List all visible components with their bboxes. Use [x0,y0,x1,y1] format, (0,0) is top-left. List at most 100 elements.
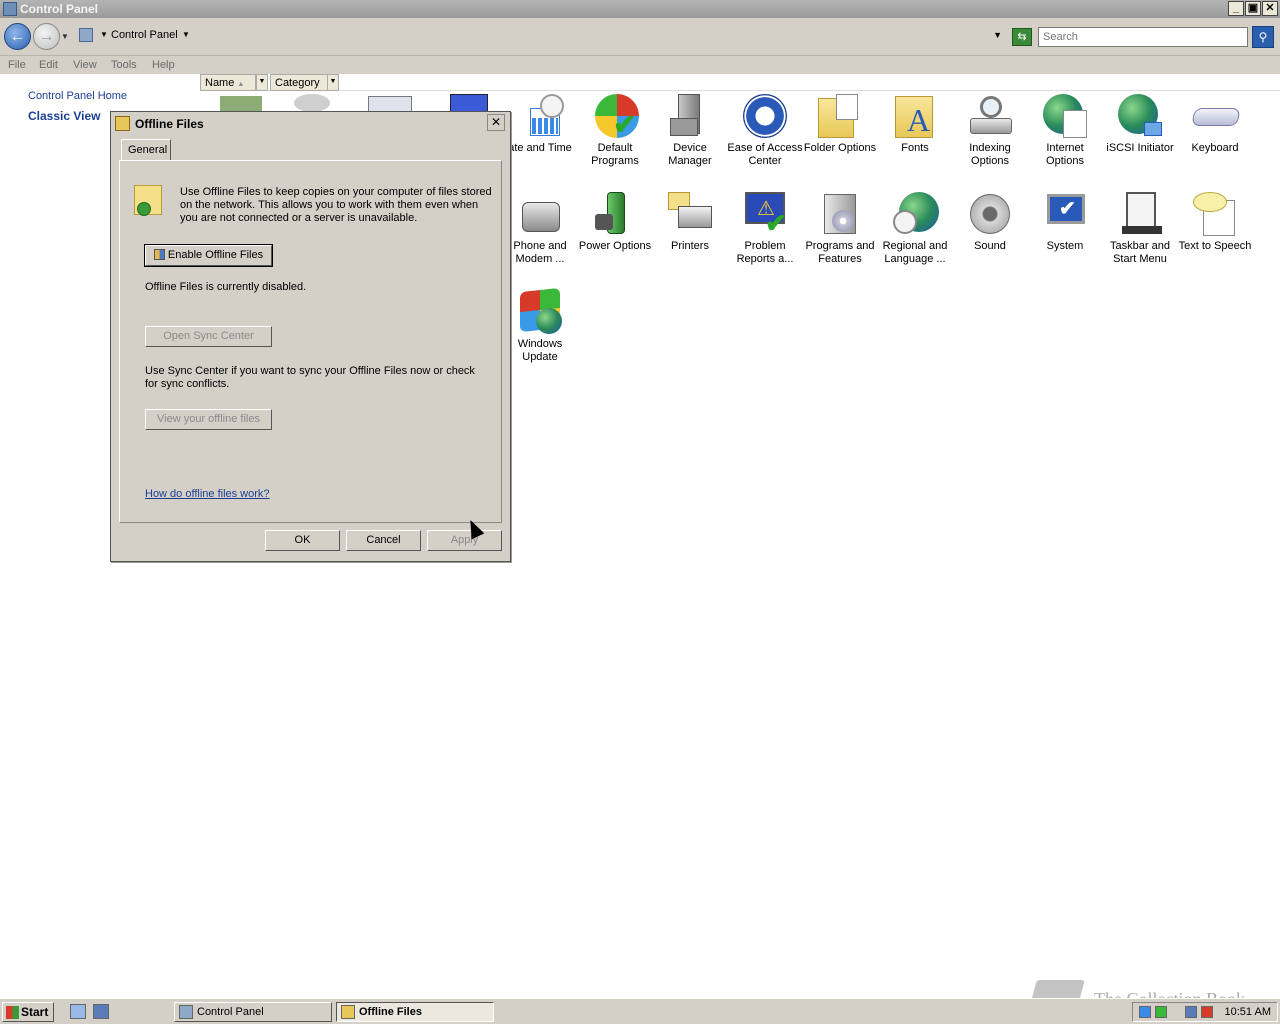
cp-item-phone-modem[interactable]: Phone and Modem ... [502,192,578,266]
ok-button[interactable]: OK [265,530,340,551]
offline-files-help-link[interactable]: How do offline files work? [145,488,270,500]
enable-offline-files-button[interactable]: Enable Offline Files [144,244,273,267]
view-offline-files-button[interactable]: View your offline files [145,409,272,430]
printers-icon [668,192,712,236]
cp-item-problem-reports[interactable]: ⚠ ✔ Problem Reports a... [727,192,803,266]
control-panel-home-link[interactable]: Control Panel Home [28,90,127,102]
open-sync-center-button[interactable]: Open Sync Center [145,326,272,347]
hidden-item-icon [220,96,262,112]
column-category[interactable]: Category [270,74,328,91]
ease-of-access-icon [743,94,787,138]
cp-item-printers[interactable]: Printers [652,192,728,253]
address-dropdown-icon[interactable]: ▼ [993,30,1002,40]
tray-sync-icon[interactable] [1155,1006,1167,1018]
cp-item-fonts[interactable]: A Fonts [877,94,953,155]
classic-view-link[interactable]: Classic View [28,109,101,123]
dialog-title: Offline Files [135,117,204,131]
default-programs-icon: ✔ [593,94,639,140]
cp-item-default-programs[interactable]: ✔ Default Programs [577,94,653,168]
uac-shield-icon [153,249,165,260]
show-desktop-icon[interactable] [70,1004,86,1019]
minimize-button[interactable]: _ [1228,1,1244,16]
tray-monitor-icon[interactable] [1185,1006,1197,1018]
start-label: Start [21,1005,49,1019]
window-title: Control Panel [20,2,99,16]
column-category-dropdown-icon[interactable]: ▼ [327,74,339,91]
cp-item-windows-update[interactable]: Windows Update [502,287,578,364]
cp-item-taskbar-start-menu[interactable]: Taskbar and Start Menu [1102,192,1178,266]
chevron-down-icon[interactable]: ▼ [100,30,108,39]
menu-view[interactable]: View [73,59,97,71]
cp-item-device-manager[interactable]: Device Manager [652,94,728,168]
restore-button[interactable]: ▣ [1245,1,1261,16]
cp-item-label: Problem Reports a... [736,240,794,265]
taskbar-item-control-panel[interactable]: Control Panel [174,1002,332,1022]
cp-item-internet-options[interactable]: Internet Options [1027,94,1103,168]
cp-item-indexing-options[interactable]: Indexing Options [952,94,1028,168]
iscsi-icon [1118,94,1162,138]
tab-general[interactable]: General [121,139,171,161]
search-input[interactable] [1038,27,1248,47]
windows-update-icon [518,287,562,334]
menu-help[interactable]: Help [152,59,175,71]
general-tab-panel: Use Offline Files to keep copies on your… [119,160,502,523]
address-field[interactable]: ▼ Control Panel ▼ ▼ [76,25,1006,47]
cp-item-iscsi-initiator[interactable]: iSCSI Initiator [1102,94,1178,155]
cp-item-label: Ease of Access Center [727,142,803,167]
cp-item-keyboard[interactable]: Keyboard [1177,94,1253,155]
server-manager-icon[interactable] [93,1004,109,1019]
chevron-down-icon[interactable]: ▼ [182,30,190,39]
history-dropdown-icon[interactable]: ▼ [61,32,69,41]
close-button[interactable]: ✕ [1262,1,1278,16]
phone-modem-icon [518,192,562,236]
cp-item-sound[interactable]: Sound [952,192,1028,253]
cp-item-label: Power Options [578,240,652,252]
back-button[interactable]: ← [4,23,31,50]
search-icon[interactable]: ⚲ [1252,26,1274,48]
column-name[interactable]: Name ▲ [200,74,256,91]
tray-volume-muted-icon[interactable] [1201,1006,1213,1018]
cp-item-ease-of-access[interactable]: Ease of Access Center [727,94,803,168]
sort-up-icon: ▲ [237,81,245,88]
menu-file[interactable]: File [8,59,26,71]
cancel-button[interactable]: Cancel [346,530,421,551]
column-name-dropdown-icon[interactable]: ▼ [256,74,268,91]
column-header: Name ▲ ▼ Category ▼ [200,74,1280,91]
cp-item-label: Folder Options [803,142,877,154]
dialog-titlebar: Offline Files ✕ [111,112,510,134]
clock[interactable]: 10:51 AM [1225,1006,1271,1018]
taskbar-item-offline-files[interactable]: Offline Files [336,1002,494,1022]
system-tray: 10:51 AM [1132,1002,1278,1022]
apply-button[interactable]: Apply [427,530,502,551]
cp-item-label: Regional and Language ... [882,240,948,265]
breadcrumb[interactable]: Control Panel [111,29,178,41]
cp-item-programs-features[interactable]: Programs and Features [802,192,878,266]
window-titlebar: Control Panel _ ▣ ✕ [0,0,1280,18]
cp-item-label: Internet Options [1046,142,1084,167]
cp-item-folder-options[interactable]: Folder Options [802,94,878,155]
sync-center-description: Use Sync Center if you want to sync your… [145,365,475,390]
cp-item-power-options[interactable]: Power Options [577,192,653,253]
refresh-icon[interactable]: ⇆ [1012,28,1032,46]
menu-tools[interactable]: Tools [111,59,137,71]
offline-files-description: Use Offline Files to keep copies on your… [180,186,492,224]
folder-options-icon [818,94,862,138]
sync-icon [137,202,151,216]
cp-item-label: Phone and Modem ... [513,240,567,265]
cp-item-date-time[interactable]: ate and Time [502,94,578,155]
cp-item-text-to-speech[interactable]: Text to Speech [1177,192,1253,253]
cp-item-system[interactable]: ✔ System [1027,192,1103,253]
control-panel-icon [79,28,93,42]
cp-item-label: System [1046,240,1084,252]
tray-network-icon[interactable] [1139,1006,1151,1018]
offline-files-status: Offline Files is currently disabled. [145,281,307,293]
taskbar: Start Control Panel Offline Files 10:51 … [0,998,1280,1024]
forward-button[interactable]: → [33,23,60,50]
menu-edit[interactable]: Edit [39,59,58,71]
cp-item-label: Taskbar and Start Menu [1110,240,1170,265]
cp-item-regional-language[interactable]: Regional and Language ... [877,192,953,266]
dialog-close-button[interactable]: ✕ [487,114,505,131]
device-manager-icon [668,94,712,138]
cp-item-label: Device Manager [668,142,712,167]
start-button[interactable]: Start [2,1002,54,1022]
